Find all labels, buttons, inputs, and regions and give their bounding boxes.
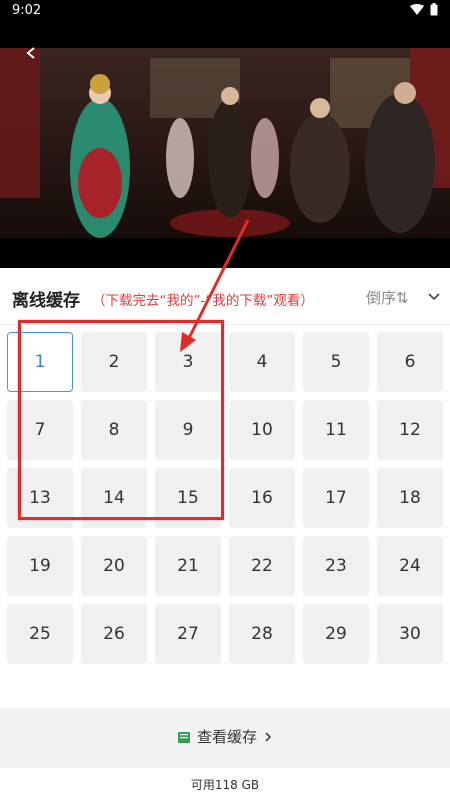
status-bar: 9:02 [0,0,450,48]
episode-button[interactable]: 6 [377,332,443,392]
chevron-down-icon[interactable] [426,288,442,304]
video-frame [0,48,450,240]
episode-button[interactable]: 27 [155,604,221,664]
view-cache-button[interactable]: 查看缓存 [0,726,450,747]
video-bottom-bar [0,238,450,268]
view-cache-bar[interactable]: 查看缓存 [0,708,450,768]
annotation-box [18,320,224,520]
episode-button[interactable]: 26 [81,604,147,664]
panel-title: 离线缓存 [12,291,80,311]
chevron-right-icon [265,731,272,742]
episode-button[interactable]: 10 [229,400,295,460]
episode-button[interactable]: 19 [7,536,73,596]
episode-button[interactable]: 23 [303,536,369,596]
episode-button[interactable]: 28 [229,604,295,664]
wifi-icon [410,3,424,15]
episode-button[interactable]: 22 [229,536,295,596]
folder-icon [177,731,190,743]
episode-button[interactable]: 20 [81,536,147,596]
video-player[interactable] [0,48,450,240]
episode-button[interactable]: 25 [7,604,73,664]
sort-button[interactable]: 倒序⇅ [366,287,409,308]
episode-button[interactable]: 5 [303,332,369,392]
episode-button[interactable]: 29 [303,604,369,664]
status-icons [410,3,438,16]
episode-button[interactable]: 24 [377,536,443,596]
back-arrow-icon[interactable] [24,46,38,60]
episode-button[interactable]: 18 [377,468,443,528]
episode-button[interactable]: 16 [229,468,295,528]
status-time: 9:02 [12,3,42,18]
episode-button[interactable]: 4 [229,332,295,392]
episode-button[interactable]: 21 [155,536,221,596]
episode-button[interactable]: 12 [377,400,443,460]
episode-button[interactable]: 11 [303,400,369,460]
storage-available: 可用118 GB [190,778,260,792]
episode-button[interactable]: 17 [303,468,369,528]
episode-button[interactable]: 30 [377,604,443,664]
battery-icon [430,3,438,16]
panel-hint: （下载完去“我的”-“我的下载”观看） [92,293,314,309]
view-cache-label: 查看缓存 [196,728,257,746]
